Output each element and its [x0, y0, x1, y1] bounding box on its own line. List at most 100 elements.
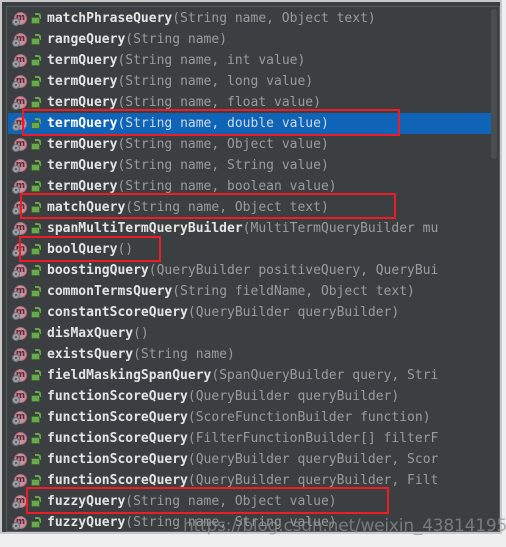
- completion-item-signature: matchPhraseQuery(String name, Object tex…: [47, 8, 376, 29]
- vertical-scrollbar-thumb[interactable]: [491, 9, 497, 159]
- public-lock-icon: [30, 138, 42, 152]
- method-name: fieldMaskingSpanQuery: [47, 368, 212, 383]
- method-icon: m: [12, 305, 28, 321]
- public-lock-icon: [30, 12, 42, 26]
- method-icon: m: [12, 32, 28, 48]
- method-parameters: (String name): [133, 347, 235, 362]
- public-lock-icon: [30, 285, 42, 299]
- completion-item-signature: functionScoreQuery(FilterFunctionBuilder…: [47, 428, 438, 449]
- completion-item[interactable]: m rangeQuery(String name): [8, 29, 493, 50]
- completion-item-signature: spanMultiTermQueryBuilder(MultiTermQuery…: [47, 218, 438, 239]
- method-name: functionScoreQuery: [47, 389, 188, 404]
- method-parameters: (String name, float value): [117, 95, 321, 110]
- completion-item-signature: commonTermsQuery(String fieldName, Objec…: [47, 281, 415, 302]
- method-name: functionScoreQuery: [47, 431, 188, 446]
- completion-item[interactable]: m functionScoreQuery(ScoreFunctionBuilder…: [8, 407, 493, 428]
- method-name: constantScoreQuery: [47, 305, 188, 320]
- completion-item-signature: fuzzyQuery(String name, Object value): [47, 491, 337, 512]
- completion-item-signature: functionScoreQuery(QueryBuilder queryBui…: [47, 470, 438, 491]
- method-name: termQuery: [47, 74, 118, 89]
- completion-item[interactable]: m constantScoreQuery(QueryBuilder queryBu…: [8, 302, 493, 323]
- method-parameters: (QueryBuilder queryBuilder): [187, 305, 400, 320]
- public-lock-icon: [30, 306, 42, 320]
- method-icon: m: [12, 473, 28, 489]
- public-lock-icon: [30, 495, 42, 509]
- method-name: termQuery: [47, 95, 118, 110]
- completion-item-signature: termQuery(String name, boolean value): [47, 176, 337, 197]
- public-lock-icon: [30, 180, 42, 194]
- method-icon: m: [12, 137, 28, 153]
- method-parameters: (String name, Object value): [125, 494, 337, 509]
- completion-item[interactable]: m termQuery(String name, Object value): [8, 134, 493, 155]
- public-lock-icon: [30, 96, 42, 110]
- completion-item[interactable]: m spanMultiTermQueryBuilder(MultiTermQuer…: [8, 218, 493, 239]
- public-lock-icon: [30, 369, 42, 383]
- completion-popup[interactable]: m matchPhraseQuery(String name, Object te…: [0, 0, 502, 534]
- public-lock-icon: [30, 33, 42, 47]
- completion-item-signature: fieldMaskingSpanQuery(SpanQueryBuilder q…: [47, 365, 438, 386]
- method-name: fuzzyQuery: [47, 494, 126, 509]
- completion-popup-inner: m matchPhraseQuery(String name, Object te…: [6, 6, 500, 532]
- method-icon: m: [12, 452, 28, 468]
- completion-item[interactable]: m termQuery(String name, String value): [8, 155, 493, 176]
- completion-item[interactable]: m functionScoreQuery(FilterFunctionBuilde…: [8, 428, 493, 449]
- public-lock-icon: [30, 75, 42, 89]
- completion-item[interactable]: m functionScoreQuery(QueryBuilder queryBu…: [8, 449, 493, 470]
- completion-item[interactable]: m disMaxQuery(): [8, 323, 493, 344]
- method-name: fuzzyQuery: [47, 515, 126, 530]
- method-icon: m: [12, 200, 28, 216]
- public-lock-icon: [30, 222, 42, 236]
- method-name: existsQuery: [47, 347, 134, 362]
- public-lock-icon: [30, 201, 42, 215]
- method-icon: m: [12, 389, 28, 405]
- public-lock-icon: [30, 54, 42, 68]
- completion-item[interactable]: m termQuery(String name, boolean value): [8, 176, 493, 197]
- completion-item[interactable]: m existsQuery(String name): [8, 344, 493, 365]
- method-icon: m: [12, 263, 28, 279]
- completion-item[interactable]: m functionScoreQuery(QueryBuilder queryBu…: [8, 470, 493, 491]
- method-icon: m: [12, 95, 28, 111]
- completion-item[interactable]: m termQuery(String name, long value): [8, 71, 493, 92]
- method-icon: m: [12, 326, 28, 342]
- completion-item-signature: existsQuery(String name): [47, 344, 235, 365]
- method-name: commonTermsQuery: [47, 284, 173, 299]
- public-lock-icon: [30, 474, 42, 488]
- completion-item-signature: disMaxQuery(): [47, 323, 149, 344]
- completion-item[interactable]: m boostingQuery(QueryBuilder positiveQuer…: [8, 260, 493, 281]
- completion-item-list[interactable]: m matchPhraseQuery(String name, Object te…: [8, 8, 493, 531]
- completion-item-signature: termQuery(String name, String value): [47, 155, 329, 176]
- method-name: boolQuery: [47, 242, 118, 257]
- public-lock-icon: [30, 117, 42, 131]
- method-parameters: (String name, double value): [117, 116, 329, 131]
- method-icon: m: [12, 158, 28, 174]
- method-icon: m: [12, 284, 28, 300]
- completion-item-signature: rangeQuery(String name): [47, 29, 227, 50]
- completion-item[interactable]: m functionScoreQuery(QueryBuilder queryBu…: [8, 386, 493, 407]
- completion-item[interactable]: m fieldMaskingSpanQuery(SpanQueryBuilder …: [8, 365, 493, 386]
- completion-item-signature: termQuery(String name, double value): [47, 113, 329, 134]
- method-icon: m: [12, 347, 28, 363]
- method-name: termQuery: [47, 158, 118, 173]
- completion-item[interactable]: m termQuery(String name, int value): [8, 50, 493, 71]
- completion-item[interactable]: m fuzzyQuery(String name, Object value): [8, 491, 493, 512]
- method-name: termQuery: [47, 179, 118, 194]
- method-icon: m: [12, 11, 28, 27]
- vertical-scrollbar-track[interactable]: [491, 8, 498, 531]
- completion-item[interactable]: m matchQuery(String name, Object text): [8, 197, 493, 218]
- completion-item[interactable]: m matchPhraseQuery(String name, Object te…: [8, 8, 493, 29]
- method-name: boostingQuery: [47, 263, 149, 278]
- method-name: functionScoreQuery: [47, 473, 188, 488]
- public-lock-icon: [30, 264, 42, 278]
- method-parameters: (MultiTermQueryBuilder mu: [242, 221, 439, 236]
- method-name: rangeQuery: [47, 32, 126, 47]
- public-lock-icon: [30, 243, 42, 257]
- completion-item[interactable]: m boolQuery(): [8, 239, 493, 260]
- completion-item[interactable]: m commonTermsQuery(String fieldName, Obje…: [8, 281, 493, 302]
- public-lock-icon: [30, 327, 42, 341]
- method-parameters: (String name): [125, 32, 228, 47]
- watermark-text: https://blog.csdn.net/weixin_43814195: [183, 516, 506, 536]
- completion-item[interactable]: m termQuery(String name, double value): [8, 113, 493, 134]
- method-icon: m: [12, 410, 28, 426]
- completion-item[interactable]: m termQuery(String name, float value): [8, 92, 493, 113]
- completion-item-signature: functionScoreQuery(QueryBuilder queryBui…: [47, 449, 438, 470]
